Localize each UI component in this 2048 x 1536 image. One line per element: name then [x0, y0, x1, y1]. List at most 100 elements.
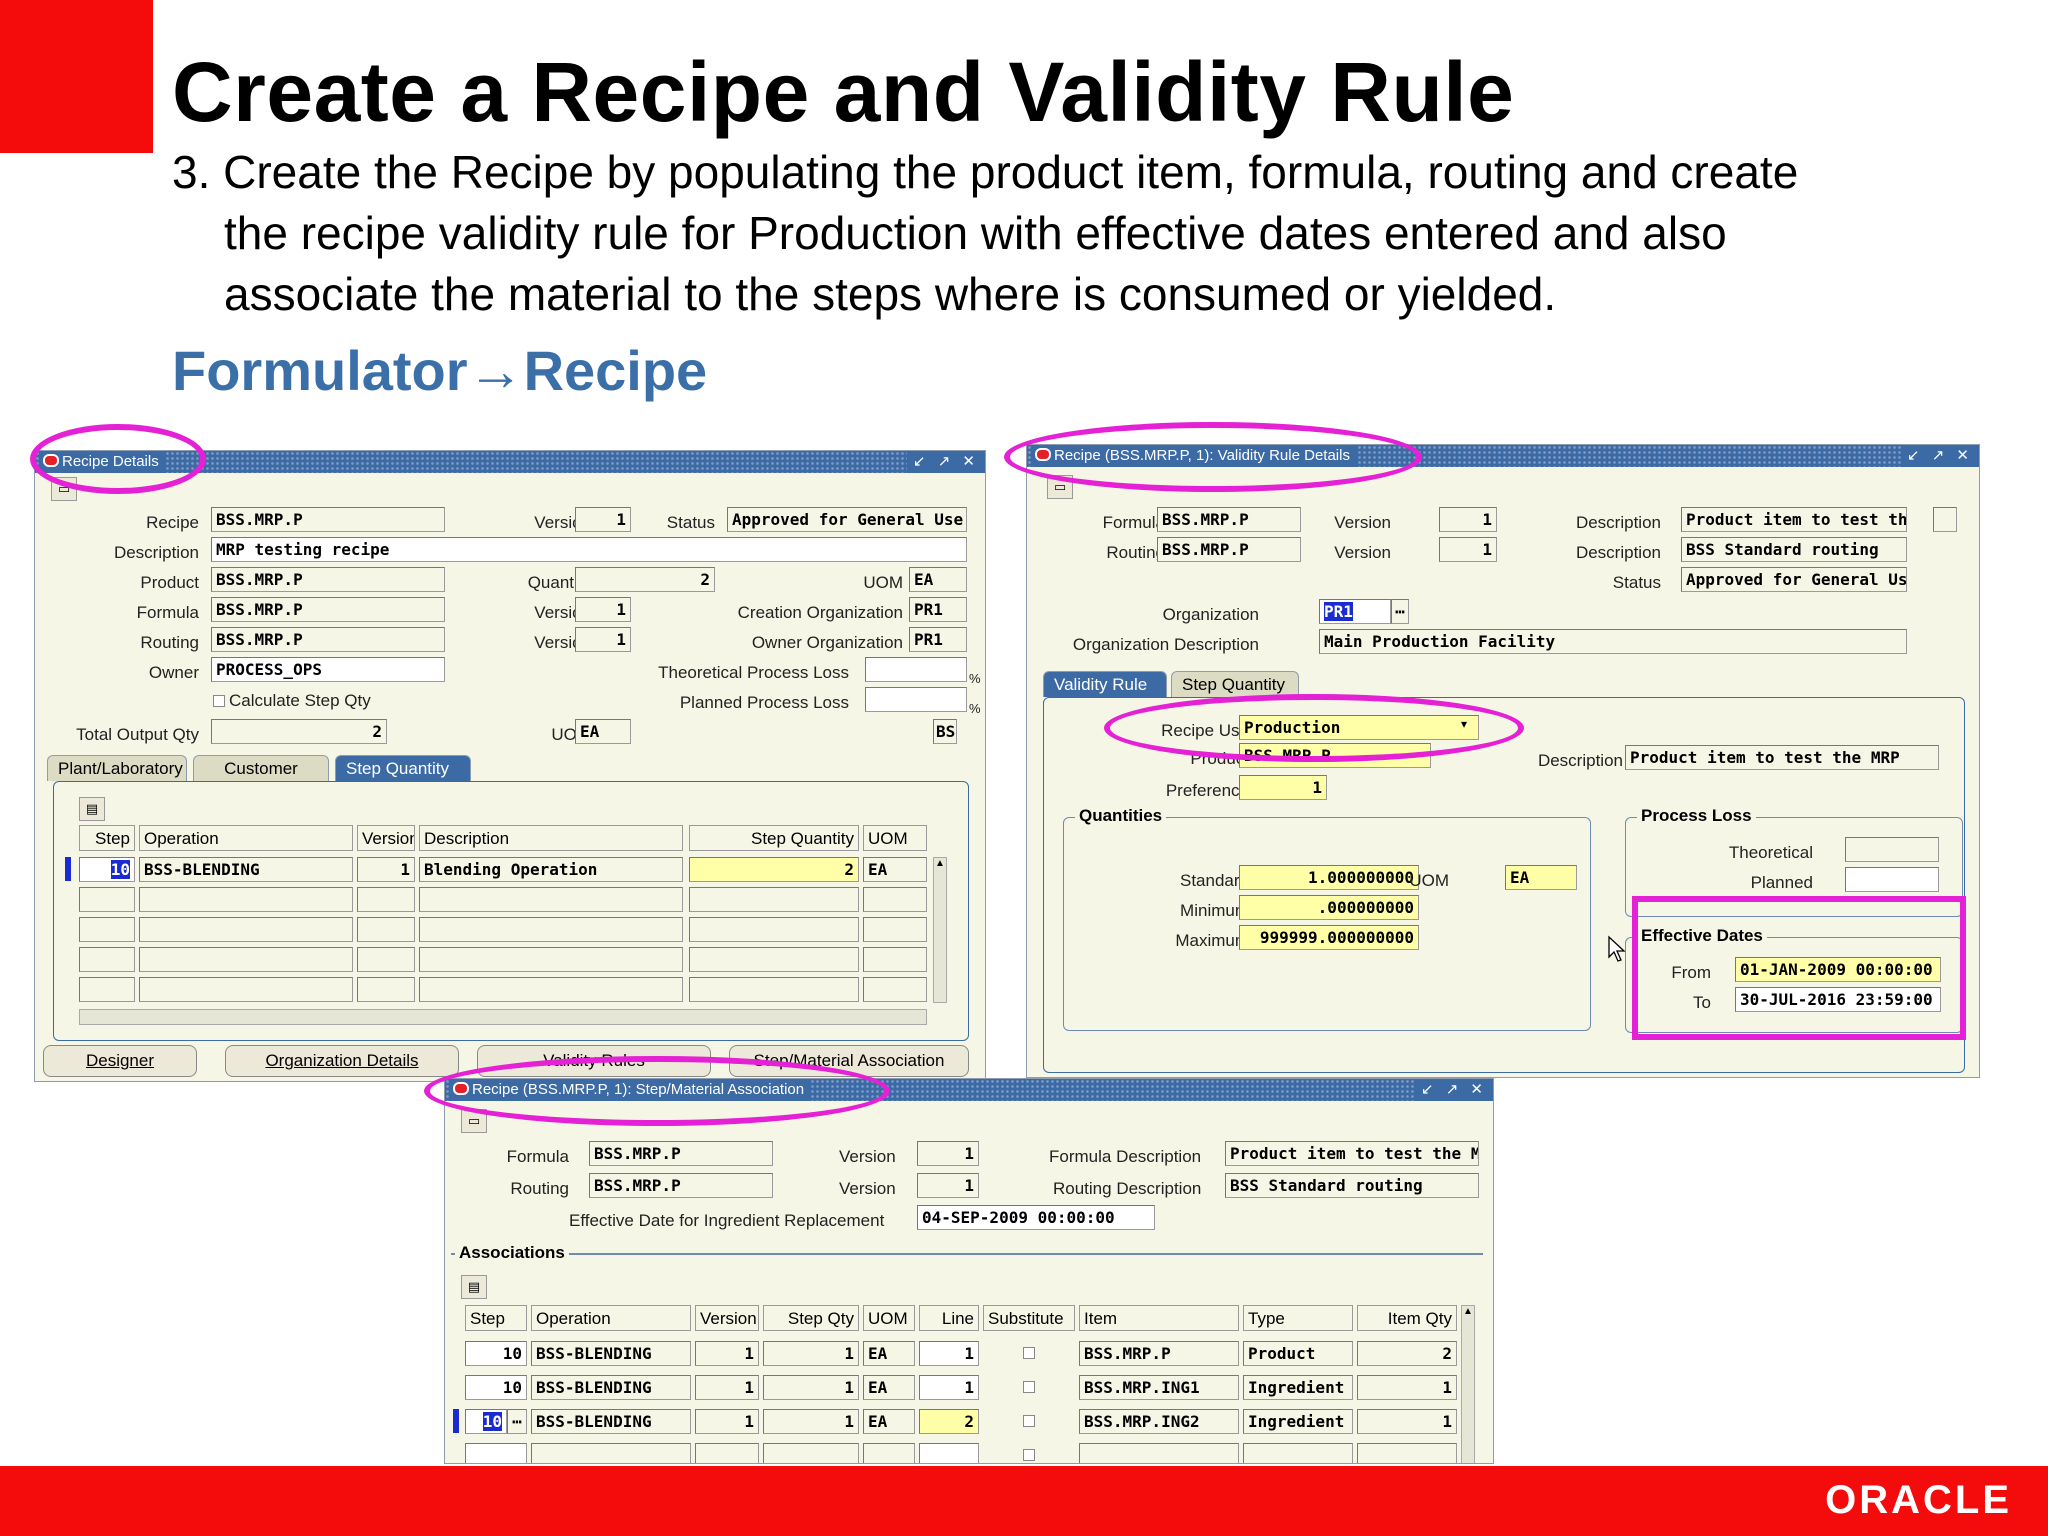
creation-org-field[interactable]: PR1: [909, 597, 967, 622]
formula-description-field[interactable]: Product item to test the MRP: [1225, 1141, 1479, 1166]
total-uom-field[interactable]: EA: [575, 719, 631, 744]
empty-uom-cell[interactable]: [863, 947, 927, 972]
product-field[interactable]: BSS.MRP.P: [211, 567, 445, 592]
status-field[interactable]: Approved for General Use: [727, 507, 967, 532]
vertical-scrollbar[interactable]: ▲: [1461, 1305, 1475, 1463]
description-field[interactable]: MRP testing recipe: [211, 537, 967, 562]
organization-lov-button[interactable]: ⋯: [1391, 599, 1409, 624]
routing-version-field[interactable]: 1: [917, 1173, 979, 1198]
line-cell[interactable]: 1: [919, 1375, 979, 1400]
empty-step-cell[interactable]: [465, 1443, 527, 1463]
owner-org-field[interactable]: PR1: [909, 627, 967, 652]
minimum-field[interactable]: .000000000: [1239, 895, 1419, 920]
uom-cell[interactable]: EA: [863, 1409, 915, 1434]
to-date-field[interactable]: 30-JUL-2016 23:59:00: [1735, 987, 1941, 1012]
tab-plant-laboratory[interactable]: Plant/Laboratory: [47, 755, 187, 781]
designer-button[interactable]: Designer: [43, 1045, 197, 1077]
folder-icon[interactable]: ▤: [461, 1275, 487, 1299]
formula-version-field[interactable]: 1: [1439, 507, 1497, 532]
window-controls[interactable]: ↙ ↗ ✕: [906, 451, 985, 473]
step-qty-cell[interactable]: 1: [763, 1375, 859, 1400]
empty-description-cell[interactable]: [419, 977, 683, 1002]
recipe-use-select[interactable]: Production: [1239, 715, 1479, 740]
empty-step-cell[interactable]: [79, 887, 135, 912]
step-quantity-cell[interactable]: 2: [689, 857, 859, 882]
recipe-version-field[interactable]: 1: [575, 507, 631, 532]
bs-field[interactable]: BS: [933, 719, 957, 744]
toolbar-icon[interactable]: ▭: [51, 477, 77, 501]
planned-loss-field[interactable]: [865, 687, 967, 712]
formula-field[interactable]: BSS.MRP.P: [1157, 507, 1301, 532]
routing-field[interactable]: BSS.MRP.P: [1157, 537, 1301, 562]
description-cell[interactable]: Blending Operation: [419, 857, 683, 882]
formula-field[interactable]: BSS.MRP.P: [589, 1141, 773, 1166]
operation-cell[interactable]: BSS-BLENDING: [139, 857, 353, 882]
recipe-field[interactable]: BSS.MRP.P: [211, 507, 445, 532]
type-cell[interactable]: Ingredient: [1243, 1409, 1353, 1434]
step-qty-cell[interactable]: 1: [763, 1409, 859, 1434]
routing-version-field[interactable]: 1: [575, 627, 631, 652]
version-cell[interactable]: 1: [695, 1341, 759, 1366]
empty-line-cell[interactable]: [919, 1443, 979, 1463]
uom-cell[interactable]: EA: [863, 1375, 915, 1400]
window-controls[interactable]: ↙ ↗ ✕: [1414, 1079, 1493, 1101]
line-cell[interactable]: 1: [919, 1341, 979, 1366]
step-cell[interactable]: 10: [465, 1341, 527, 1366]
item-qty-cell[interactable]: 1: [1357, 1375, 1457, 1400]
status-field[interactable]: Approved for General Use: [1681, 567, 1907, 592]
operation-cell[interactable]: BSS-BLENDING: [531, 1375, 691, 1400]
operation-cell[interactable]: BSS-BLENDING: [531, 1341, 691, 1366]
empty-description-cell[interactable]: [419, 947, 683, 972]
step-cell[interactable]: 10: [465, 1375, 527, 1400]
type-cell[interactable]: Ingredient: [1243, 1375, 1353, 1400]
empty-item-qty-cell[interactable]: [1357, 1443, 1457, 1463]
empty-uom-cell[interactable]: [863, 887, 927, 912]
planned-field[interactable]: [1845, 867, 1939, 892]
horizontal-scrollbar[interactable]: [79, 1009, 927, 1025]
owner-field[interactable]: PROCESS_OPS: [211, 657, 445, 682]
tab-step-quantity[interactable]: Step Quantity: [335, 755, 471, 781]
routing-version-field[interactable]: 1: [1439, 537, 1497, 562]
theoretical-loss-field[interactable]: [865, 657, 967, 682]
uom-cell[interactable]: EA: [863, 1341, 915, 1366]
toolbar-icon[interactable]: ▭: [461, 1109, 487, 1133]
empty-step-cell[interactable]: [79, 917, 135, 942]
empty-qty-cell[interactable]: [763, 1443, 859, 1463]
formula-version-field[interactable]: 1: [575, 597, 631, 622]
item-qty-cell[interactable]: 2: [1357, 1341, 1457, 1366]
item-cell[interactable]: BSS.MRP.ING1: [1079, 1375, 1239, 1400]
product-field[interactable]: BSS.MRP.P: [1239, 743, 1431, 768]
substitute-checkbox[interactable]: [1023, 1381, 1035, 1393]
step-material-association-button[interactable]: Step/Material Association: [729, 1045, 969, 1077]
total-output-field[interactable]: 2: [211, 719, 387, 744]
empty-step-cell[interactable]: [79, 947, 135, 972]
tab-validity-rule[interactable]: Validity Rule: [1043, 671, 1167, 697]
from-date-field[interactable]: 01-JAN-2009 00:00:00: [1735, 957, 1941, 982]
step-cell[interactable]: 10: [465, 1409, 507, 1434]
product-description-field[interactable]: Product item to test the MRP: [1625, 745, 1939, 770]
routing-description-field[interactable]: BSS Standard routing: [1681, 537, 1907, 562]
empty-qty-cell[interactable]: [689, 887, 859, 912]
empty-type-cell[interactable]: [1243, 1443, 1353, 1463]
empty-item-cell[interactable]: [1079, 1443, 1239, 1463]
empty-uom-cell[interactable]: [863, 1443, 915, 1463]
theoretical-field[interactable]: [1845, 837, 1939, 862]
item-qty-cell[interactable]: 1: [1357, 1409, 1457, 1434]
empty-operation-cell[interactable]: [139, 917, 353, 942]
empty-version-cell[interactable]: [695, 1443, 759, 1463]
maximum-field[interactable]: 999999.000000000: [1239, 925, 1419, 950]
org-description-field[interactable]: Main Production Facility: [1319, 629, 1907, 654]
uom-cell[interactable]: EA: [863, 857, 927, 882]
organization-details-button[interactable]: Organization Details: [225, 1045, 459, 1077]
line-cell[interactable]: 2: [919, 1409, 979, 1434]
tab-customer[interactable]: Customer: [193, 755, 329, 781]
standard-field[interactable]: 1.000000000: [1239, 865, 1419, 890]
operation-cell[interactable]: BSS-BLENDING: [531, 1409, 691, 1434]
empty-qty-cell[interactable]: [689, 947, 859, 972]
empty-qty-cell[interactable]: [689, 977, 859, 1002]
empty-version-cell[interactable]: [357, 947, 415, 972]
effective-date-field[interactable]: 04-SEP-2009 00:00:00: [917, 1205, 1155, 1230]
step-cell[interactable]: 10: [79, 857, 135, 882]
window-controls[interactable]: ↙ ↗ ✕: [1900, 445, 1979, 467]
version-cell[interactable]: 1: [695, 1409, 759, 1434]
